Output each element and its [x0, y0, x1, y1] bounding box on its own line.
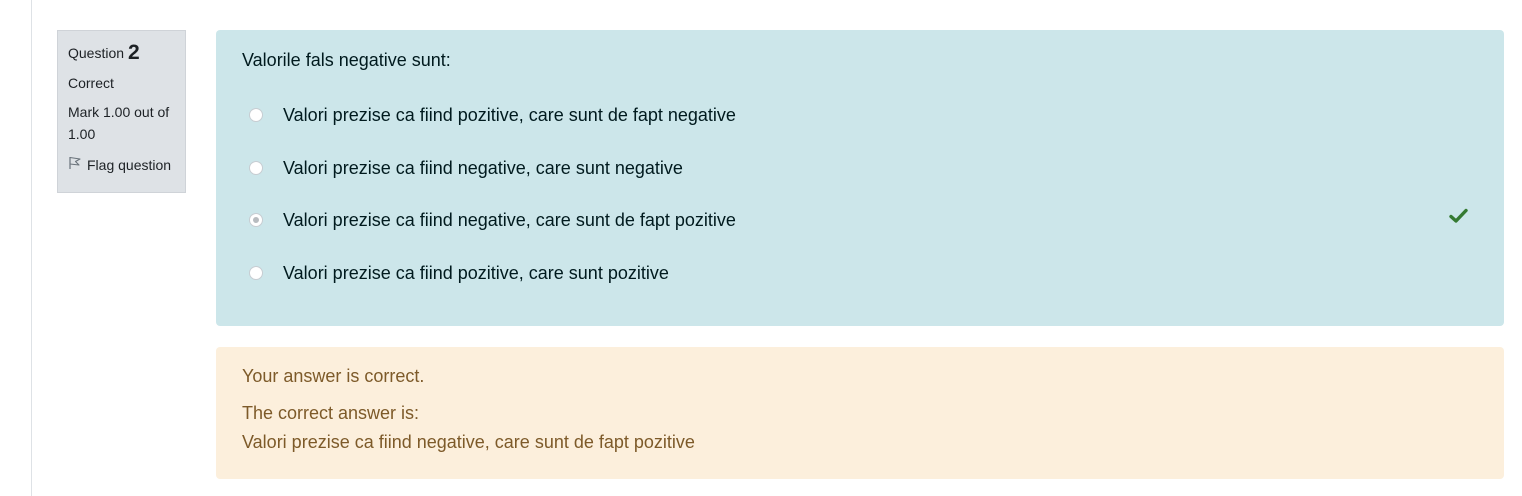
- answer-option[interactable]: Valori prezise ca fiind negative, care s…: [249, 154, 683, 182]
- feedback-panel: Your answer is correct. The correct answ…: [216, 347, 1504, 479]
- answer-option[interactable]: Valori prezise ca fiind pozitive, care s…: [249, 101, 736, 129]
- right-answer-intro: The correct answer is:: [242, 403, 420, 423]
- page-left-border: [31, 0, 32, 496]
- question-info-panel: Question 2 Correct Mark 1.00 out of 1.00…: [57, 30, 186, 193]
- question-state: Correct: [68, 75, 114, 91]
- answer-label: Valori prezise ca fiind pozitive, care s…: [283, 262, 669, 283]
- specific-feedback: Your answer is correct.: [242, 366, 425, 386]
- answer-radio[interactable]: [249, 161, 263, 175]
- answer-label: Valori prezise ca fiind negative, care s…: [283, 209, 736, 230]
- flag-question-label: Flag question: [87, 157, 172, 173]
- check-icon: [1449, 208, 1468, 229]
- answer-label: Valori prezise ca fiind negative, care s…: [283, 157, 683, 178]
- answer-option-selected[interactable]: Valori prezise ca fiind negative, care s…: [249, 206, 736, 234]
- question-text: Valorile fals negative sunt:: [242, 50, 451, 70]
- answer-label: Valori prezise ca fiind pozitive, care s…: [283, 104, 736, 125]
- question-label: Question: [68, 45, 125, 61]
- question-formulation: Valorile fals negative sunt: Valori prez…: [216, 30, 1504, 326]
- flag-question-link[interactable]: Flag question: [68, 155, 175, 175]
- question-number: 2: [127, 41, 140, 64]
- answer-radio-selected[interactable]: [249, 213, 263, 227]
- answer-option[interactable]: Valori prezise ca fiind pozitive, care s…: [249, 259, 669, 287]
- question-grade: Mark 1.00 out of 1.00: [68, 104, 170, 142]
- right-answer-text: Valori prezise ca fiind negative, care s…: [242, 432, 695, 452]
- question-number-line: Question 2: [68, 41, 175, 65]
- answer-radio[interactable]: [249, 266, 263, 280]
- flag-outline-icon: [68, 155, 87, 175]
- answer-radio[interactable]: [249, 108, 263, 122]
